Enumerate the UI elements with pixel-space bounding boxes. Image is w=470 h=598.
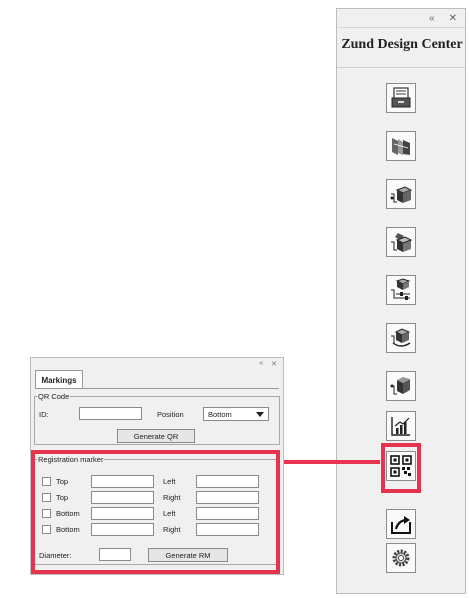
gear-icon bbox=[392, 549, 410, 567]
tool-button-box-flap[interactable] bbox=[386, 371, 416, 401]
design-center-panel: « ✕ Zund Design Center bbox=[336, 8, 466, 594]
tab-divider bbox=[35, 388, 279, 389]
qr-id-input[interactable] bbox=[79, 407, 142, 420]
collapse-icon[interactable]: « bbox=[429, 13, 435, 24]
bar-chart-icon bbox=[391, 417, 410, 436]
divider bbox=[337, 67, 465, 68]
registration-highlight bbox=[31, 450, 280, 574]
tool-button-box-add[interactable] bbox=[386, 179, 416, 209]
tool-button-box-fold[interactable] bbox=[386, 227, 416, 257]
panel-title: Zund Design Center bbox=[341, 37, 463, 52]
position-select-value: Bottom bbox=[208, 409, 232, 419]
markings-titlebar: « ✕ bbox=[31, 358, 283, 369]
box-flap-icon bbox=[390, 377, 410, 395]
document-tray-icon bbox=[391, 87, 411, 108]
close-icon[interactable]: ✕ bbox=[449, 13, 457, 24]
tool-button-settings[interactable] bbox=[386, 543, 416, 573]
tool-button-sheets[interactable] bbox=[386, 131, 416, 161]
tool-button-box-rotate[interactable] bbox=[386, 323, 416, 353]
id-label: ID: bbox=[39, 410, 49, 419]
panel-titlebar: « ✕ bbox=[337, 9, 465, 28]
generate-qr-button[interactable]: Generate QR bbox=[117, 429, 195, 443]
collapse-icon[interactable]: « bbox=[259, 360, 263, 367]
position-label: Position bbox=[157, 410, 184, 419]
callout-connector bbox=[279, 460, 380, 464]
box-add-icon bbox=[390, 186, 413, 203]
qr-code-legend: QR Code bbox=[38, 392, 70, 401]
export-icon bbox=[391, 516, 411, 534]
selected-tool-highlight bbox=[381, 443, 421, 493]
position-select[interactable]: Bottom bbox=[203, 407, 269, 421]
box-rotate-icon bbox=[391, 328, 411, 347]
layered-sheets-icon bbox=[392, 138, 410, 155]
chevron-down-icon bbox=[256, 412, 264, 417]
tool-button-export[interactable] bbox=[386, 509, 416, 539]
box-fold-icon bbox=[391, 233, 413, 252]
tool-button-cube-settings[interactable] bbox=[386, 275, 416, 305]
cube-settings-icon bbox=[391, 278, 411, 300]
tool-button-chart[interactable] bbox=[386, 411, 416, 441]
tool-button-document[interactable] bbox=[386, 83, 416, 113]
tab-markings[interactable]: Markings bbox=[35, 370, 83, 389]
close-icon[interactable]: ✕ bbox=[271, 360, 277, 368]
